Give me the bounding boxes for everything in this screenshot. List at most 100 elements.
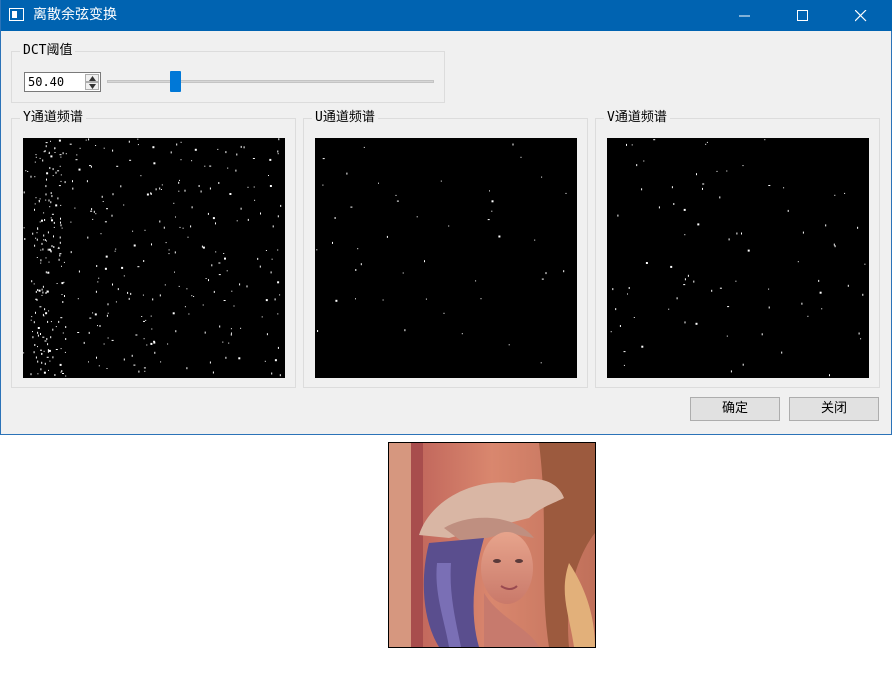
spectrum-dot [209, 165, 212, 167]
threshold-spinbox[interactable]: 50.40 [24, 72, 101, 92]
spectrum-dot [61, 370, 63, 373]
spectrum-dot [695, 322, 698, 325]
spectrum-dot [247, 218, 249, 221]
spectrum-dot [159, 187, 161, 190]
spectrum-dot [95, 290, 97, 293]
spectrum-dot [46, 290, 48, 293]
spectrum-dot [41, 242, 43, 245]
dct-threshold-group: DCT阈值 50.40 [11, 43, 445, 103]
spectrum-dot [204, 331, 206, 334]
spectrum-dot [31, 280, 33, 283]
spectrum-dot [32, 336, 34, 339]
spectrum-dot [617, 214, 619, 217]
spectrum-dot [541, 278, 544, 280]
spectrum-dot [59, 165, 61, 167]
spectrum-dot [65, 375, 67, 377]
spectrum-dot [45, 199, 47, 201]
spectrum-dot [34, 344, 36, 346]
spectrum-dot [165, 242, 167, 244]
spectrum-dot [111, 214, 113, 217]
spin-down-button[interactable] [85, 82, 99, 90]
spectrum-dot [40, 249, 42, 251]
spectrum-dot [94, 313, 97, 316]
threshold-value[interactable]: 50.40 [28, 75, 64, 89]
spectrum-dot [49, 167, 51, 169]
spectrum-dot [61, 265, 62, 267]
spectrum-dot [43, 239, 45, 241]
spectrum-dot [54, 147, 56, 150]
spectrum-dot [693, 280, 695, 283]
spectrum-dot [77, 332, 80, 333]
minimize-button[interactable] [722, 0, 767, 31]
spectrum-dot [322, 158, 325, 160]
spectrum-dot [184, 189, 186, 192]
spectrum-dot [65, 338, 67, 340]
spectrum-dot [35, 298, 37, 300]
spectrum-dot [103, 147, 105, 149]
spectrum-dot [40, 259, 42, 262]
spectrum-dot [175, 216, 176, 218]
spectrum-dot [424, 260, 425, 263]
spin-up-button[interactable] [85, 74, 99, 82]
spectrum-dot [41, 294, 43, 296]
spectrum-dot [115, 248, 117, 250]
spectrum-dot [34, 244, 36, 247]
spectrum-dot [112, 283, 113, 286]
spectrum-dot [86, 180, 88, 183]
spectrum-dot [240, 145, 242, 148]
spectrum-dot [480, 298, 482, 300]
spectrum-dot [45, 193, 47, 196]
spectrum-dot [60, 221, 61, 224]
spectrum-dot [676, 297, 678, 300]
spectrum-dot [386, 235, 388, 238]
spectrum-dot [205, 278, 207, 279]
spectrum-dot [40, 368, 42, 371]
spectrum-dot [193, 296, 195, 297]
spectrum-dot [198, 185, 200, 187]
spectrum-dot [180, 141, 182, 143]
spectrum-dot [541, 176, 543, 178]
spectrum-dot [829, 374, 830, 377]
spectrum-dot [346, 172, 348, 175]
spectrum-dot [120, 185, 122, 188]
spectrum-dot [168, 249, 170, 251]
spectrum-dot [33, 351, 35, 354]
spectrum-dot [60, 156, 62, 158]
spectrum-dot [683, 284, 686, 286]
spectrum-dot [37, 331, 39, 334]
spectrum-dot [268, 175, 269, 176]
spectrum-dot [47, 231, 49, 234]
spectrum-dot [59, 253, 62, 255]
spectrum-dot [174, 271, 175, 273]
spectrum-dot [53, 246, 55, 248]
spectrum-dot [50, 250, 52, 253]
spectrum-dot [133, 364, 136, 366]
threshold-slider-handle[interactable] [170, 71, 182, 92]
close-button[interactable]: 关闭 [789, 397, 879, 421]
spectrum-dot [112, 193, 114, 196]
threshold-slider-track[interactable] [107, 80, 434, 83]
title-bar[interactable]: 离散余弦变换 [1, 0, 892, 31]
ok-button[interactable]: 确定 [690, 397, 780, 421]
spectrum-dot [58, 246, 60, 248]
spectrum-dot [355, 298, 356, 300]
spectrum-dot [188, 313, 190, 315]
spectrum-dot [46, 178, 47, 181]
spectrum-dot [633, 317, 635, 318]
spectrum-dot [834, 194, 836, 196]
spectrum-dot [34, 161, 36, 163]
spectrum-dot [55, 204, 58, 207]
spectrum-dot [363, 146, 365, 148]
spectrum-dot [36, 298, 38, 301]
spectrum-dot [59, 236, 61, 239]
spectrum-dot [184, 306, 186, 308]
maximize-button[interactable] [780, 0, 825, 31]
spectrum-dot [231, 332, 232, 334]
spectrum-dot [65, 326, 67, 328]
spectrum-dot [44, 340, 47, 342]
spectrum-dot [58, 139, 61, 142]
spectrum-dot [42, 285, 44, 288]
spectrum-dot [164, 284, 166, 286]
close-window-button[interactable] [838, 0, 883, 31]
spectrum-dot [168, 253, 170, 255]
